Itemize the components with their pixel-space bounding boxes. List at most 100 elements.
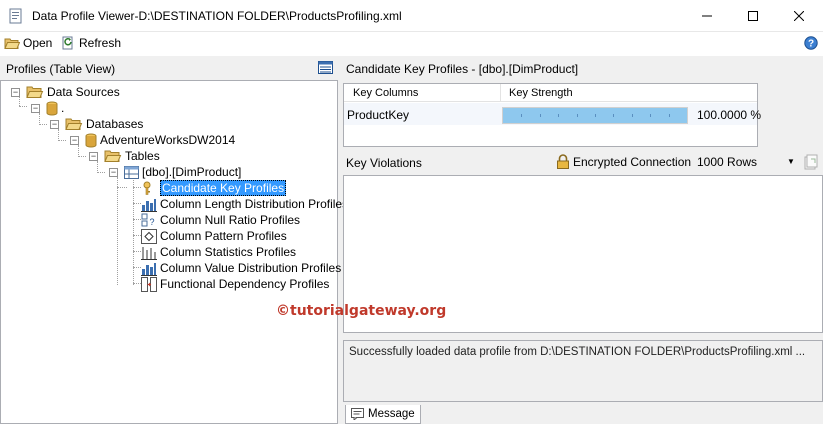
database-icon: [46, 101, 58, 115]
tree-label: Column Null Ratio Profiles: [160, 213, 301, 227]
rows-dropdown[interactable]: 1000 Rows: [697, 154, 797, 170]
tree-node-column-pattern[interactable]: Column Pattern Profiles: [141, 228, 287, 244]
tree-connector: [133, 267, 141, 268]
folder-open-icon: [65, 118, 83, 130]
pattern-icon: [141, 228, 157, 244]
tab-message[interactable]: Message: [345, 405, 421, 424]
tree-connector: [133, 251, 141, 252]
svg-text:?: ?: [808, 39, 814, 50]
table-view-icon[interactable]: [318, 61, 333, 74]
collapse-toggle[interactable]: −: [70, 136, 79, 145]
tree-connector: [133, 203, 141, 204]
tree-node-table[interactable]: [dbo].[DimProduct]: [124, 164, 241, 180]
column-separator[interactable]: [500, 84, 501, 102]
tree-node-column-length-distribution[interactable]: Column Length Distribution Profiles: [141, 196, 348, 212]
tree-label: .: [61, 101, 65, 115]
bar-tick: [668, 114, 670, 117]
encrypted-connection-toggle[interactable]: Encrypted Connection: [556, 154, 691, 169]
watermark-text: ©tutorialgateway.org: [276, 303, 447, 319]
refresh-button[interactable]: Refresh: [62, 35, 121, 51]
open-label: Open: [23, 36, 53, 50]
open-folder-icon: [4, 38, 20, 49]
minimize-icon: [702, 15, 712, 16]
close-button[interactable]: [776, 0, 822, 31]
column-header-key-columns[interactable]: Key Columns: [353, 87, 418, 99]
bar-tick: [631, 114, 633, 117]
tree-node-data-sources[interactable]: Data Sources: [26, 84, 120, 100]
tree-node-databases[interactable]: Databases: [65, 116, 143, 132]
svg-text:?: ?: [149, 217, 154, 227]
window-title: Data Profile Viewer-D:\DESTINATION FOLDE…: [32, 9, 402, 23]
key-strength-bar-ticks: [503, 108, 687, 123]
collapse-toggle[interactable]: −: [31, 104, 40, 113]
encrypted-connection-label: Encrypted Connection: [573, 154, 692, 169]
tree-connector: [19, 97, 20, 106]
tree-node-column-value-distribution[interactable]: Column Value Distribution Profiles: [141, 260, 341, 276]
export-icon[interactable]: [803, 154, 819, 170]
folder-open-icon: [104, 150, 122, 162]
bar-tick: [539, 114, 541, 117]
tree-label: AdventureWorksDW2014: [100, 133, 236, 147]
tree-label-selected: Candidate Key Profiles: [160, 180, 287, 196]
folder-open-icon: [26, 86, 44, 98]
tree-label: [dbo].[DimProduct]: [142, 165, 242, 179]
minimize-button[interactable]: [684, 0, 730, 31]
column-header-key-strength[interactable]: Key Strength: [509, 87, 573, 99]
candidate-key-header-label: Candidate Key Profiles - [dbo].[DimProdu…: [346, 62, 579, 76]
collapse-toggle[interactable]: −: [11, 88, 20, 97]
tree-label: Databases: [86, 117, 144, 131]
tree-node-tables[interactable]: Tables: [104, 148, 160, 164]
collapse-toggle[interactable]: −: [89, 152, 98, 161]
tree-connector: [133, 187, 141, 188]
maximize-button[interactable]: [730, 0, 776, 31]
tree-connector: [58, 140, 66, 141]
toolbar: [0, 32, 823, 54]
collapse-toggle[interactable]: −: [50, 120, 59, 129]
tree-label: Tables: [125, 149, 160, 163]
bar-tick: [576, 114, 578, 117]
null-ratio-icon: ?: [141, 213, 155, 227]
help-icon[interactable]: ?: [804, 36, 818, 50]
tab-message-label: Message: [368, 408, 415, 420]
key-strength-value: 100.0000 %: [697, 108, 762, 122]
table-icon: [124, 165, 139, 179]
close-icon: [794, 10, 804, 21]
tree-connector: [133, 235, 141, 236]
tree-connector: [19, 106, 27, 107]
collapse-toggle[interactable]: −: [109, 168, 118, 177]
refresh-label: Refresh: [79, 36, 122, 50]
tree-connector: [117, 187, 127, 188]
tree-connector: [78, 156, 86, 157]
tree-label: Column Pattern Profiles: [160, 229, 287, 243]
tree-node-server[interactable]: .: [46, 100, 64, 116]
profiles-tree[interactable]: − Data Sources − . − Databases − Adventu…: [0, 80, 348, 424]
database-icon: [85, 133, 97, 147]
tree-label: Data Sources: [47, 85, 120, 99]
tree-connector: [133, 177, 134, 285]
tree-node-database[interactable]: AdventureWorksDW2014: [85, 132, 235, 148]
tree-label: Functional Dependency Profiles: [160, 277, 330, 291]
tree-node-column-null-ratio[interactable]: ? Column Null Ratio Profiles: [141, 212, 300, 228]
tree-connector: [97, 172, 105, 173]
tree-label: Column Length Distribution Profiles: [160, 197, 349, 211]
bar-tick: [558, 114, 560, 117]
tree-node-column-statistics[interactable]: Column Statistics Profiles: [141, 244, 296, 260]
chevron-down-icon[interactable]: ▼: [787, 157, 795, 166]
lock-icon: [557, 154, 569, 169]
tree-connector: [133, 283, 141, 284]
message-icon: [351, 408, 364, 420]
tree-connector: [133, 219, 141, 220]
maximize-icon: [748, 10, 758, 21]
bar-tick: [595, 114, 596, 117]
dependency-icon: [141, 276, 157, 292]
bar-chart-icon: [141, 198, 157, 212]
tree-connector: [39, 124, 47, 125]
open-button[interactable]: Open: [4, 35, 52, 51]
tree-node-functional-dependency[interactable]: Functional Dependency Profiles: [141, 276, 329, 292]
bar-tick: [613, 114, 615, 117]
key-violations-label: Key Violations: [346, 156, 422, 170]
tree-label: Column Value Distribution Profiles: [160, 261, 342, 275]
tree-node-candidate-key-profiles[interactable]: Candidate Key Profiles: [141, 180, 287, 196]
refresh-icon: [62, 36, 73, 50]
key-column-cell: ProductKey: [347, 108, 410, 122]
